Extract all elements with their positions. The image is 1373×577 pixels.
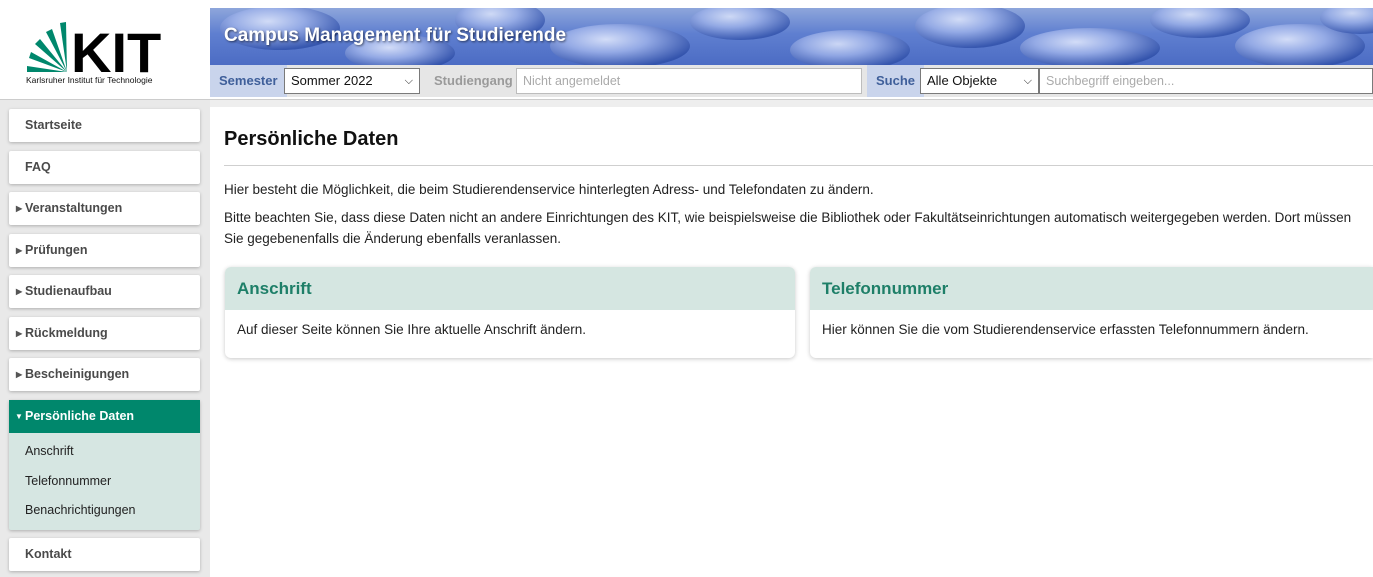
sidebar-item-veranstaltungen[interactable]: ▶ Veranstaltungen <box>9 192 200 225</box>
main-content: Persönliche Daten Hier besteht die Mögli… <box>210 107 1373 577</box>
app-title: Campus Management für Studierende <box>224 25 567 46</box>
sidebar-item-bescheinigungen[interactable]: ▶ Bescheinigungen <box>9 358 200 391</box>
sidebar-group-persoenliche-daten: ▼ Persönliche Daten Anschrift Telefonnum… <box>9 400 200 530</box>
sidebar-item-studienaufbau[interactable]: ▶ Studienaufbau <box>9 275 200 308</box>
search-label: Suche <box>867 65 925 97</box>
triangle-right-icon: ▶ <box>16 246 23 255</box>
banner: Campus Management für Studierende <box>210 8 1373 65</box>
title-divider <box>224 165 1373 166</box>
card-telefonnummer[interactable]: Telefonnummer Hier können Sie die vom St… <box>810 267 1373 358</box>
sidebar: Startseite FAQ ▶ Veranstaltungen ▶ Prüfu… <box>0 100 210 577</box>
search-scope-value: Alle Objekte <box>927 73 998 88</box>
card-description: Hier können Sie die vom Studierendenserv… <box>822 322 1309 337</box>
studiengang-label: Studiengang <box>434 73 513 88</box>
sidebar-subitem-benachrichtigungen[interactable]: Benachrichtigungen <box>25 503 136 517</box>
sidebar-item-label: FAQ <box>25 160 51 174</box>
card-header: Anschrift <box>225 267 795 310</box>
sidebar-item-pruefungen[interactable]: ▶ Prüfungen <box>9 234 200 267</box>
chevron-down-icon: ⌵ <box>404 75 413 87</box>
triangle-right-icon: ▶ <box>16 287 23 296</box>
header: KIT Karlsruher Institut für Technologie <box>0 0 1373 100</box>
triangle-right-icon: ▶ <box>16 329 23 338</box>
card-anschrift[interactable]: Anschrift Auf dieser Seite können Sie Ih… <box>225 267 795 358</box>
intro-text: Hier besteht die Möglichkeit, die beim S… <box>224 182 874 197</box>
sidebar-item-label: Startseite <box>25 118 82 132</box>
triangle-down-icon: ▼ <box>15 412 23 421</box>
studiengang-field[interactable]: Nicht angemeldet <box>516 68 862 94</box>
toolbar: Semester Sommer 2022 ⌵ Studiengang Nicht… <box>210 65 1373 97</box>
sidebar-item-faq[interactable]: FAQ <box>9 151 200 184</box>
logo-caption: Karlsruher Institut für Technologie <box>26 75 153 85</box>
semester-select-value: Sommer 2022 <box>291 73 373 88</box>
page-title: Persönliche Daten <box>224 128 399 150</box>
app-root: KIT Karlsruher Institut für Technologie <box>0 0 1373 577</box>
sidebar-item-startseite[interactable]: Startseite <box>9 109 200 142</box>
search-scope-select[interactable]: Alle Objekte ⌵ <box>920 68 1039 94</box>
sidebar-subitem-anschrift[interactable]: Anschrift <box>25 444 74 458</box>
kit-logo[interactable]: KIT Karlsruher Institut für Technologie <box>8 8 210 98</box>
card-header: Telefonnummer <box>810 267 1373 310</box>
sidebar-item-kontakt[interactable]: Kontakt <box>9 538 200 571</box>
semester-label: Semester <box>210 65 287 97</box>
sidebar-item-label: Persönliche Daten <box>25 409 135 423</box>
sidebar-item-label: Kontakt <box>25 547 72 561</box>
notice-text: Bitte beachten Sie, dass diese Daten nic… <box>224 210 1352 246</box>
sidebar-subitem-telefonnummer[interactable]: Telefonnummer <box>25 474 111 488</box>
sidebar-item-label: Veranstaltungen <box>25 201 123 215</box>
sidebar-item-label: Rückmeldung <box>25 326 108 340</box>
card-description: Auf dieser Seite können Sie Ihre aktuell… <box>237 322 586 337</box>
chevron-down-icon: ⌵ <box>1023 75 1032 87</box>
kit-logo-icon: KIT <box>27 21 161 75</box>
sidebar-item-rueckmeldung[interactable]: ▶ Rückmeldung <box>9 317 200 350</box>
kit-logo-text: KIT <box>71 21 161 75</box>
sidebar-item-label: Studienaufbau <box>25 284 112 298</box>
sidebar-item-persoenliche-daten[interactable]: ▼ Persönliche Daten <box>9 400 200 433</box>
sidebar-item-label: Prüfungen <box>25 243 88 257</box>
semester-select[interactable]: Sommer 2022 ⌵ <box>284 68 420 94</box>
search-input[interactable]: Suchbegriff eingeben... <box>1039 68 1373 94</box>
card-title[interactable]: Anschrift <box>237 279 312 299</box>
triangle-right-icon: ▶ <box>16 204 23 213</box>
sidebar-item-label: Bescheinigungen <box>25 367 130 381</box>
card-title[interactable]: Telefonnummer <box>822 279 948 299</box>
triangle-right-icon: ▶ <box>16 370 23 379</box>
